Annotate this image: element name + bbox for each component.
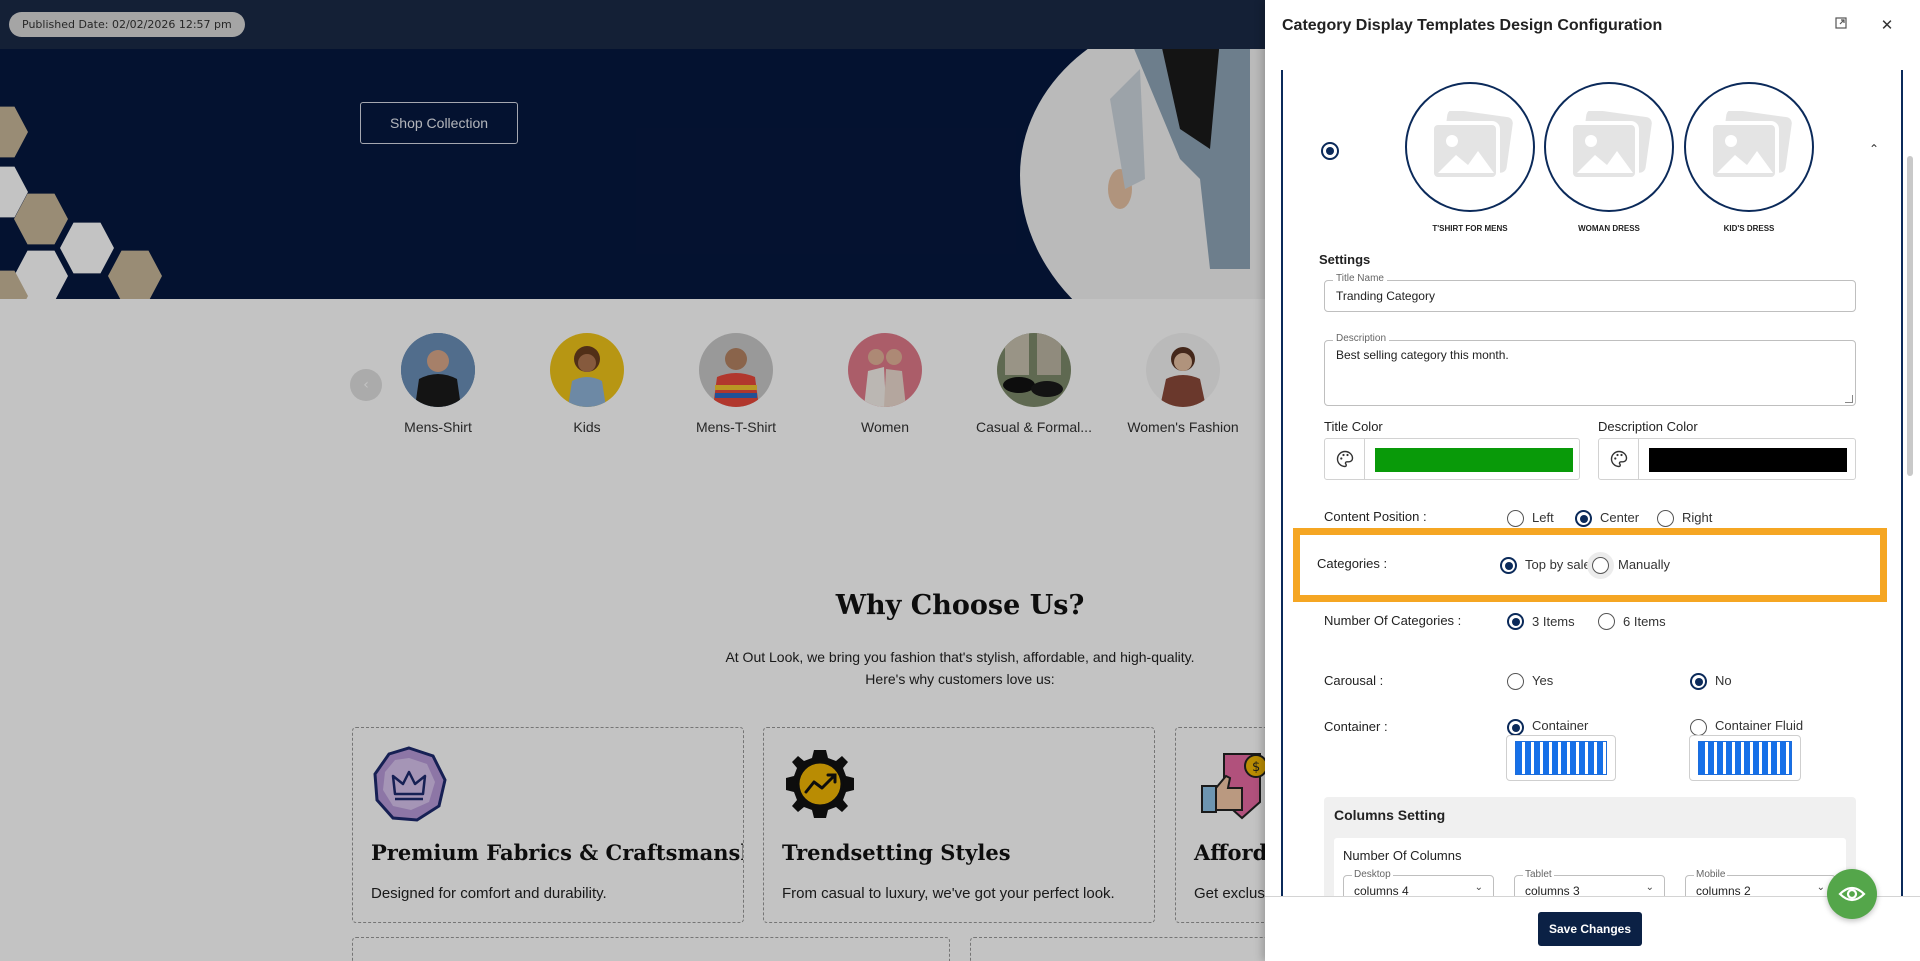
preview-eye-button[interactable]: [1827, 869, 1877, 919]
categories-option-row: Categories : Top by sales Manually: [1293, 528, 1887, 602]
columns-inner-card: Number Of Columns Desktop columns 4 ⌄ Ta…: [1334, 838, 1846, 896]
top-by-sales-radio[interactable]: [1500, 557, 1517, 574]
title-color-swatch[interactable]: [1375, 448, 1573, 472]
expand-icon[interactable]: [1832, 17, 1850, 35]
container-radio[interactable]: [1507, 719, 1524, 736]
eye-icon: [1838, 886, 1866, 902]
columns-setting-heading: Columns Setting: [1334, 807, 1446, 823]
image-placeholder-icon: [1684, 82, 1814, 212]
preview-category-label: T'SHIRT FOR MENS: [1432, 224, 1508, 233]
columns-setting-panel: Columns Setting Number Of Columns Deskto…: [1324, 797, 1856, 896]
palette-icon[interactable]: [1599, 439, 1639, 479]
desktop-value: columns 4: [1354, 884, 1409, 896]
manually-label: Manually: [1618, 557, 1671, 572]
title-color-picker[interactable]: [1324, 438, 1580, 480]
chevron-down-icon: ⌄: [1645, 882, 1654, 893]
palette-icon[interactable]: [1325, 439, 1365, 479]
title-name-label: Title Name: [1333, 273, 1387, 284]
description-color-picker[interactable]: [1598, 438, 1856, 480]
description-color-swatch[interactable]: [1649, 448, 1847, 472]
chevron-down-icon: ⌄: [1816, 882, 1825, 893]
manually-radio[interactable]: [1592, 557, 1609, 574]
preview-category: T'SHIRT FOR MENS: [1405, 82, 1535, 233]
number-of-categories-label: Number Of Categories :: [1324, 613, 1462, 628]
container-fluid-preview[interactable]: [1689, 735, 1801, 781]
container-fluid-label: Container Fluid: [1715, 718, 1804, 733]
resize-handle-icon[interactable]: [1845, 395, 1853, 403]
drawer-title: Category Display Templates Design Config…: [1282, 17, 1663, 34]
tablet-value: columns 3: [1525, 884, 1580, 896]
template-select-radio[interactable]: [1321, 142, 1339, 160]
content-position-label: Content Position :: [1324, 509, 1427, 524]
design-config-drawer: Category Display Templates Design Config…: [1265, 0, 1920, 961]
container-fluid-preview-bars: [1698, 741, 1792, 775]
desktop-label: Desktop: [1352, 869, 1393, 880]
drawer-body[interactable]: ⌃ T'SHIRT FOR MENS WOMAN DRESS KID'S DRE…: [1265, 56, 1920, 896]
preview-category-label: WOMAN DRESS: [1578, 224, 1640, 233]
six-items-radio[interactable]: [1598, 613, 1615, 630]
carousel-yes-label: Yes: [1532, 673, 1554, 688]
container-label: Container :: [1324, 719, 1388, 734]
drawer-footer: Save Changes: [1265, 896, 1920, 961]
three-items-label: 3 Items: [1532, 614, 1575, 629]
title-color-label: Title Color: [1324, 419, 1383, 434]
description-field[interactable]: Description Best selling category this m…: [1324, 333, 1856, 406]
preview-category: WOMAN DRESS: [1544, 82, 1674, 233]
drawer-header: Category Display Templates Design Config…: [1265, 0, 1920, 56]
mobile-label: Mobile: [1694, 869, 1728, 880]
image-placeholder-icon: [1544, 82, 1674, 212]
title-name-field[interactable]: Title Name: [1324, 273, 1856, 312]
mobile-value: columns 2: [1696, 884, 1751, 896]
save-changes-button[interactable]: Save Changes: [1538, 912, 1642, 946]
three-items-radio[interactable]: [1507, 613, 1524, 630]
drawer-scrollbar[interactable]: [1907, 156, 1913, 476]
container-preview[interactable]: [1506, 735, 1616, 781]
description-color-label: Description Color: [1598, 419, 1698, 434]
carousel-no-radio[interactable]: [1690, 673, 1707, 690]
carousel-label: Carousal :: [1324, 673, 1384, 688]
position-right-radio[interactable]: [1657, 510, 1674, 527]
close-icon[interactable]: ✕: [1878, 16, 1896, 34]
six-items-label: 6 Items: [1623, 614, 1666, 629]
chevron-down-icon: ⌄: [1474, 882, 1483, 893]
position-left-radio[interactable]: [1507, 510, 1524, 527]
tablet-columns-select[interactable]: Tablet columns 3 ⌄: [1514, 869, 1665, 896]
position-left-label: Left: [1532, 510, 1554, 525]
preview-category: KID'S DRESS: [1684, 82, 1814, 233]
description-label: Description: [1333, 333, 1390, 344]
title-name-input[interactable]: [1336, 289, 1841, 303]
preview-category-label: KID'S DRESS: [1723, 224, 1775, 233]
number-of-columns-label: Number Of Columns: [1343, 848, 1462, 863]
carousel-no-label: No: [1715, 673, 1732, 688]
settings-heading: Settings: [1319, 252, 1371, 267]
container-fluid-radio[interactable]: [1690, 719, 1707, 736]
position-right-label: Right: [1682, 510, 1713, 525]
categories-label: Categories :: [1317, 556, 1388, 571]
carousel-yes-radio[interactable]: [1507, 673, 1524, 690]
description-textarea[interactable]: Best selling category this month.: [1336, 348, 1841, 396]
tablet-label: Tablet: [1523, 869, 1554, 880]
chevron-up-icon[interactable]: ⌃: [1869, 142, 1879, 156]
image-placeholder-icon: [1405, 82, 1535, 212]
container-option-label: Container: [1532, 718, 1589, 733]
position-center-radio[interactable]: [1575, 510, 1592, 527]
position-center-label: Center: [1600, 510, 1640, 525]
modal-backdrop[interactable]: [0, 0, 1265, 961]
container-preview-bars: [1515, 741, 1607, 775]
desktop-columns-select[interactable]: Desktop columns 4 ⌄: [1343, 869, 1494, 896]
mobile-columns-select[interactable]: Mobile columns 2 ⌄: [1685, 869, 1836, 896]
